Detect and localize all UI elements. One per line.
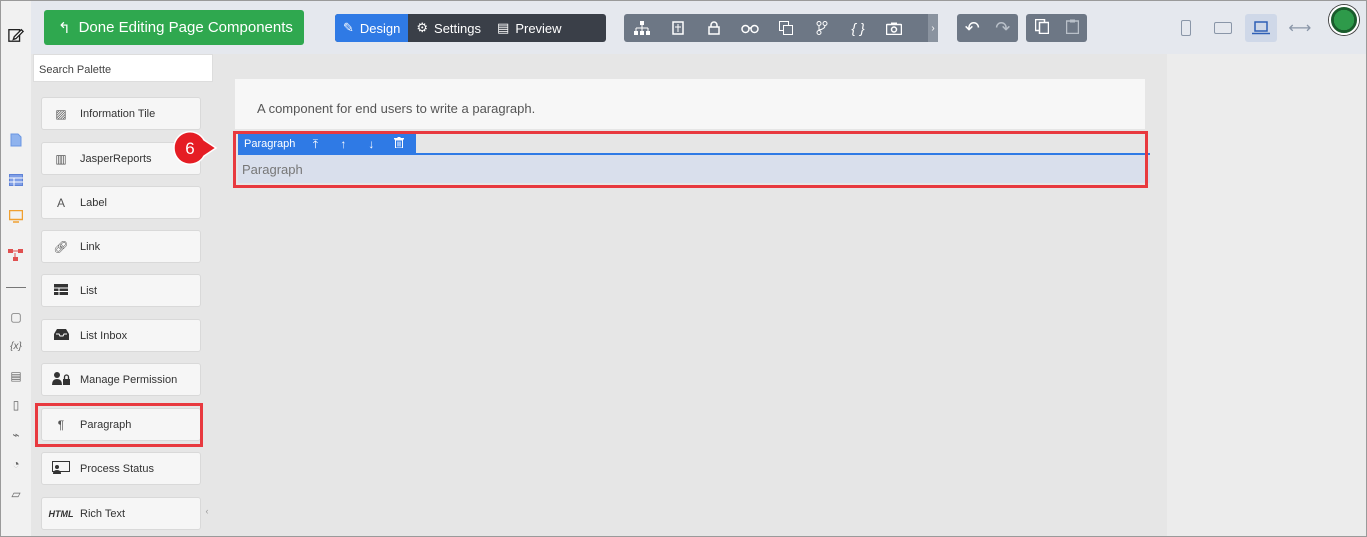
laptop-view-icon[interactable] <box>1245 14 1277 42</box>
redo-icon[interactable]: ↷ <box>995 18 1010 39</box>
canvas-page: A component for end users to write a par… <box>233 59 1150 536</box>
palette-item-label: Information Tile <box>80 107 156 120</box>
image-icon: ▨ <box>55 106 67 121</box>
component-description: A component for end users to write a par… <box>235 79 1145 129</box>
collapse-palette-icon[interactable]: ‹ <box>203 501 211 521</box>
full-width-icon[interactable]: ⟷ <box>1284 14 1316 42</box>
permission-icon <box>42 371 80 388</box>
tab-design-label: Design <box>359 20 401 36</box>
tab-settings[interactable]: ⚙ Settings <box>408 14 489 42</box>
variable-icon[interactable]: {x} <box>8 338 24 354</box>
tool-group: { } › <box>624 14 938 42</box>
palette-item-label: Manage Permission <box>80 373 178 386</box>
paste-icon[interactable] <box>1065 19 1079 37</box>
dashboard-icon[interactable]: ◔ <box>8 456 24 472</box>
monitor-icon[interactable] <box>8 208 24 224</box>
tab-preview[interactable]: ▤ Preview <box>489 14 570 42</box>
trash-icon[interactable] <box>385 137 413 151</box>
design-icon: ✎ <box>343 20 354 35</box>
gear-icon: ⚙ <box>416 20 429 35</box>
palette-item-label: Rich Text <box>80 507 126 520</box>
link-icon: 🔗︎ <box>53 239 69 254</box>
back-arrow-icon: ↰ <box>58 19 71 37</box>
page-icon[interactable] <box>8 132 24 148</box>
palette-item-jasperreports[interactable]: ▥ JasperReports <box>41 142 201 175</box>
move-to-top-icon[interactable]: ⤒ <box>301 137 329 152</box>
tablet-view-icon[interactable] <box>1207 14 1239 42</box>
translate-icon[interactable]: ▤ <box>8 368 24 384</box>
palette-item-rich-text[interactable]: HTML Rich Text <box>41 497 201 530</box>
rail-divider <box>6 287 26 288</box>
undo-redo-group: ↶ ↷ <box>957 14 1018 42</box>
done-editing-label: Done Editing Page Components <box>78 19 293 36</box>
palette-item-link[interactable]: 🔗︎ Link <box>41 230 201 263</box>
undo-icon[interactable]: ↶ <box>965 18 980 39</box>
palette-item-paragraph[interactable]: ¶ Paragraph <box>41 408 201 441</box>
paragraph-component[interactable]: Paragraph <box>238 155 1150 183</box>
document-icon[interactable]: ▯ <box>8 397 24 413</box>
toolbar-overflow-chevron-icon[interactable]: › <box>928 14 938 42</box>
inbox-icon <box>42 328 80 343</box>
translate-icon[interactable] <box>768 14 804 42</box>
component-toolbar-label: Paragraph <box>244 138 296 150</box>
palette-item-label: Process Status <box>80 462 154 475</box>
design-canvas: A component for end users to write a par… <box>213 54 1167 536</box>
mode-switcher: ✎ Design ⚙ Settings ▤ Preview <box>335 14 606 42</box>
palette-item-process-status[interactable]: Process Status <box>41 452 201 485</box>
edit-icon[interactable] <box>8 27 24 43</box>
palette-item-list-inbox[interactable]: List Inbox <box>41 319 201 352</box>
process-status-icon <box>42 460 80 477</box>
sitemap-icon[interactable] <box>624 14 660 42</box>
component-toolbar: Paragraph ⤒ ↑ ↓ <box>238 134 416 154</box>
binoculars-icon[interactable] <box>732 14 768 42</box>
braces-icon[interactable]: { } <box>840 14 876 42</box>
palette-item-label: Label <box>80 196 107 209</box>
left-rail: ▢ {x} ▤ ▯ ⌁ ◔ ▱ <box>1 1 31 536</box>
palette-item-label: JasperReports <box>80 152 152 165</box>
html-icon: HTML <box>48 508 74 519</box>
script-icon[interactable]: ▱ <box>8 486 24 502</box>
mobile-view-icon[interactable] <box>1170 14 1202 42</box>
palette-item-list[interactable]: List <box>41 274 201 307</box>
component-palette: Search Palette ▨ Information Tile ▥ Jasp… <box>31 54 213 536</box>
report-icon: ▥ <box>55 151 67 166</box>
copy-icon[interactable] <box>1034 18 1049 37</box>
right-empty-area <box>1167 54 1366 536</box>
note-icon[interactable]: ▢ <box>8 309 24 325</box>
tab-settings-label: Settings <box>434 20 482 36</box>
app-window: ▢ {x} ▤ ▯ ⌁ ◔ ▱ ↰ Done Editing Page Comp… <box>0 0 1367 537</box>
palette-item-label[interactable]: A Label <box>41 186 201 219</box>
palette-item-information-tile[interactable]: ▨ Information Tile <box>41 97 201 130</box>
preview-icon: ▤ <box>497 20 510 35</box>
label-icon: A <box>56 195 65 210</box>
move-up-icon[interactable]: ↑ <box>329 137 357 151</box>
palette-item-label: Link <box>80 240 101 253</box>
table-icon[interactable] <box>8 172 24 188</box>
tab-design[interactable]: ✎ Design <box>335 14 409 42</box>
search-palette-input[interactable]: Search Palette <box>33 54 213 82</box>
tab-preview-label: Preview <box>515 20 562 36</box>
move-down-icon[interactable]: ↓ <box>357 137 385 151</box>
camera-icon[interactable] <box>876 14 912 42</box>
workflow-icon[interactable] <box>8 247 24 263</box>
list-icon <box>42 283 80 298</box>
lock-icon[interactable] <box>696 14 732 42</box>
palette-item-label: List <box>80 284 98 297</box>
avatar[interactable] <box>1329 5 1359 35</box>
paragraph-icon: ¶ <box>57 417 65 432</box>
palette-item-manage-permission[interactable]: Manage Permission <box>41 363 201 396</box>
branch-icon[interactable] <box>804 14 840 42</box>
palette-item-label: Paragraph <box>80 418 132 431</box>
top-toolbar: ↰ Done Editing Page Components ✎ Design … <box>31 1 1366 54</box>
plugin-icon[interactable]: ⌁ <box>8 427 24 443</box>
page-icon[interactable] <box>660 14 696 42</box>
palette-item-label: List Inbox <box>80 329 128 342</box>
copy-paste-group <box>1026 14 1087 42</box>
done-editing-button[interactable]: ↰ Done Editing Page Components <box>44 10 304 45</box>
